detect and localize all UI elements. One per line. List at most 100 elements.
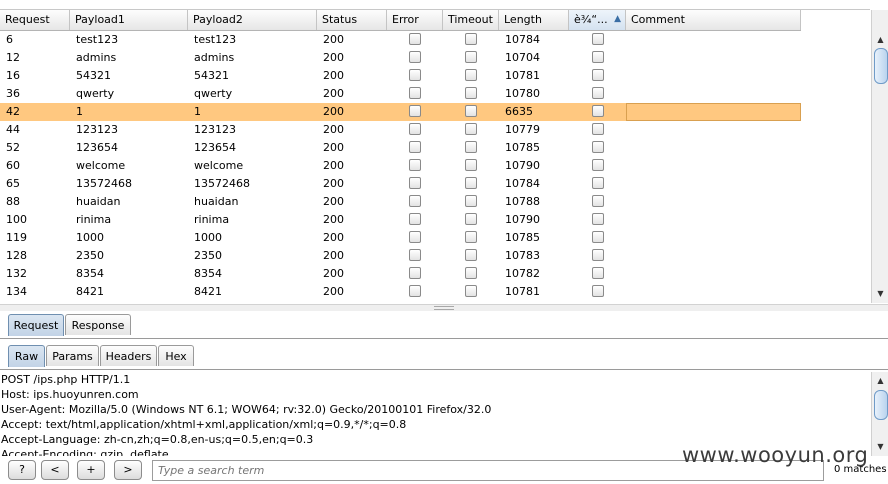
extra-checkbox[interactable] (591, 249, 604, 261)
error-checkbox[interactable] (409, 195, 421, 207)
extra-checkbox[interactable] (591, 33, 604, 45)
table-row[interactable]: 52 123654 123654 200 10785 (0, 139, 801, 157)
cell-comment[interactable] (626, 193, 801, 211)
tab-hex[interactable]: Hex (158, 345, 194, 366)
timeout-checkbox[interactable] (465, 123, 477, 135)
error-checkbox[interactable] (409, 249, 421, 261)
next-match-button[interactable]: > (114, 460, 142, 480)
table-row[interactable]: 65 13572468 13572468 200 10784 (0, 175, 801, 193)
cell-comment[interactable] (626, 247, 801, 265)
cell-comment[interactable] (626, 211, 801, 229)
timeout-checkbox[interactable] (465, 141, 477, 153)
column-header-comment[interactable]: Comment (626, 10, 801, 30)
cell-comment[interactable] (626, 121, 801, 139)
scroll-down-icon[interactable]: ▼ (872, 441, 888, 453)
error-checkbox[interactable] (409, 51, 421, 63)
cell-comment[interactable] (626, 175, 801, 193)
error-checkbox[interactable] (409, 177, 421, 189)
error-checkbox[interactable] (409, 141, 421, 153)
timeout-checkbox[interactable] (465, 195, 477, 207)
scroll-down-icon[interactable]: ▼ (872, 288, 888, 300)
timeout-checkbox[interactable] (465, 267, 477, 279)
extra-checkbox[interactable] (591, 87, 604, 99)
scroll-thumb[interactable] (874, 48, 888, 84)
cell-comment[interactable] (626, 31, 801, 49)
error-checkbox[interactable] (409, 213, 421, 225)
cell-comment[interactable] (626, 265, 801, 283)
cell-comment[interactable] (626, 67, 801, 85)
timeout-checkbox[interactable] (465, 51, 477, 63)
timeout-checkbox[interactable] (465, 249, 477, 261)
tab-params[interactable]: Params (46, 345, 99, 366)
error-checkbox[interactable] (409, 33, 421, 45)
error-checkbox[interactable] (409, 105, 421, 117)
error-checkbox[interactable] (409, 267, 421, 279)
raw-scrollbar[interactable]: ▲ ▼ (871, 372, 888, 456)
cell-comment[interactable] (626, 283, 801, 301)
extra-checkbox[interactable] (591, 267, 604, 279)
timeout-checkbox[interactable] (465, 105, 477, 117)
extra-checkbox[interactable] (591, 159, 604, 171)
timeout-checkbox[interactable] (465, 33, 477, 45)
table-row[interactable]: 12 admins admins 200 10704 (0, 49, 801, 67)
column-header-timeout[interactable]: Timeout (443, 10, 499, 30)
tab-raw[interactable]: Raw (8, 345, 45, 367)
extra-checkbox[interactable] (591, 177, 604, 189)
timeout-checkbox[interactable] (465, 177, 477, 189)
error-checkbox[interactable] (409, 69, 421, 81)
table-row[interactable]: 42 1 1 200 6635 (0, 103, 801, 121)
table-row[interactable]: 88 huaidan huaidan 200 10788 (0, 193, 801, 211)
scroll-thumb[interactable] (874, 390, 888, 420)
cell-comment[interactable] (626, 103, 801, 121)
column-header-request[interactable]: Request (0, 10, 70, 30)
table-row[interactable]: 134 8421 8421 200 10781 (0, 283, 801, 301)
column-header-extra[interactable]: è¾“... ▲ (569, 10, 626, 30)
error-checkbox[interactable] (409, 159, 421, 171)
scroll-up-icon[interactable]: ▲ (872, 34, 888, 46)
add-button[interactable]: + (77, 460, 105, 480)
tab-response[interactable]: Response (65, 314, 131, 335)
cell-comment[interactable] (626, 85, 801, 103)
extra-checkbox[interactable] (591, 231, 604, 243)
timeout-checkbox[interactable] (465, 231, 477, 243)
column-header-status[interactable]: Status (317, 10, 387, 30)
tab-headers[interactable]: Headers (100, 345, 157, 366)
table-row[interactable]: 128 2350 2350 200 10783 (0, 247, 801, 265)
column-header-payload1[interactable]: Payload1 (70, 10, 188, 30)
timeout-checkbox[interactable] (465, 69, 477, 81)
cell-comment[interactable] (626, 139, 801, 157)
error-checkbox[interactable] (409, 285, 421, 297)
table-row[interactable]: 36 qwerty qwerty 200 10780 (0, 85, 801, 103)
extra-checkbox[interactable] (591, 285, 604, 297)
help-button[interactable]: ? (8, 460, 36, 480)
table-row[interactable]: 100 rinima rinima 200 10790 (0, 211, 801, 229)
extra-checkbox[interactable] (591, 51, 604, 63)
previous-match-button[interactable]: < (41, 460, 69, 480)
extra-checkbox[interactable] (591, 123, 604, 135)
table-row[interactable]: 6 test123 test123 200 10784 (0, 31, 801, 49)
extra-checkbox[interactable] (591, 105, 604, 117)
error-checkbox[interactable] (409, 87, 421, 99)
column-header-payload2[interactable]: Payload2 (188, 10, 317, 30)
extra-checkbox[interactable] (591, 69, 604, 81)
error-checkbox[interactable] (409, 231, 421, 243)
table-row[interactable]: 16 54321 54321 200 10781 (0, 67, 801, 85)
extra-checkbox[interactable] (591, 213, 604, 225)
table-row[interactable]: 132 8354 8354 200 10782 (0, 265, 801, 283)
split-divider[interactable] (0, 304, 888, 311)
column-header-length[interactable]: Length (499, 10, 569, 30)
extra-checkbox[interactable] (591, 141, 604, 153)
timeout-checkbox[interactable] (465, 87, 477, 99)
scroll-up-icon[interactable]: ▲ (872, 375, 888, 387)
timeout-checkbox[interactable] (465, 213, 477, 225)
error-checkbox[interactable] (409, 123, 421, 135)
timeout-checkbox[interactable] (465, 159, 477, 171)
cell-comment[interactable] (626, 157, 801, 175)
column-header-error[interactable]: Error (387, 10, 443, 30)
results-scrollbar[interactable]: ▲ ▼ (871, 10, 888, 303)
extra-checkbox[interactable] (591, 195, 604, 207)
table-row[interactable]: 119 1000 1000 200 10785 (0, 229, 801, 247)
table-row[interactable]: 60 welcome welcome 200 10790 (0, 157, 801, 175)
timeout-checkbox[interactable] (465, 285, 477, 297)
table-row[interactable]: 44 123123 123123 200 10779 (0, 121, 801, 139)
